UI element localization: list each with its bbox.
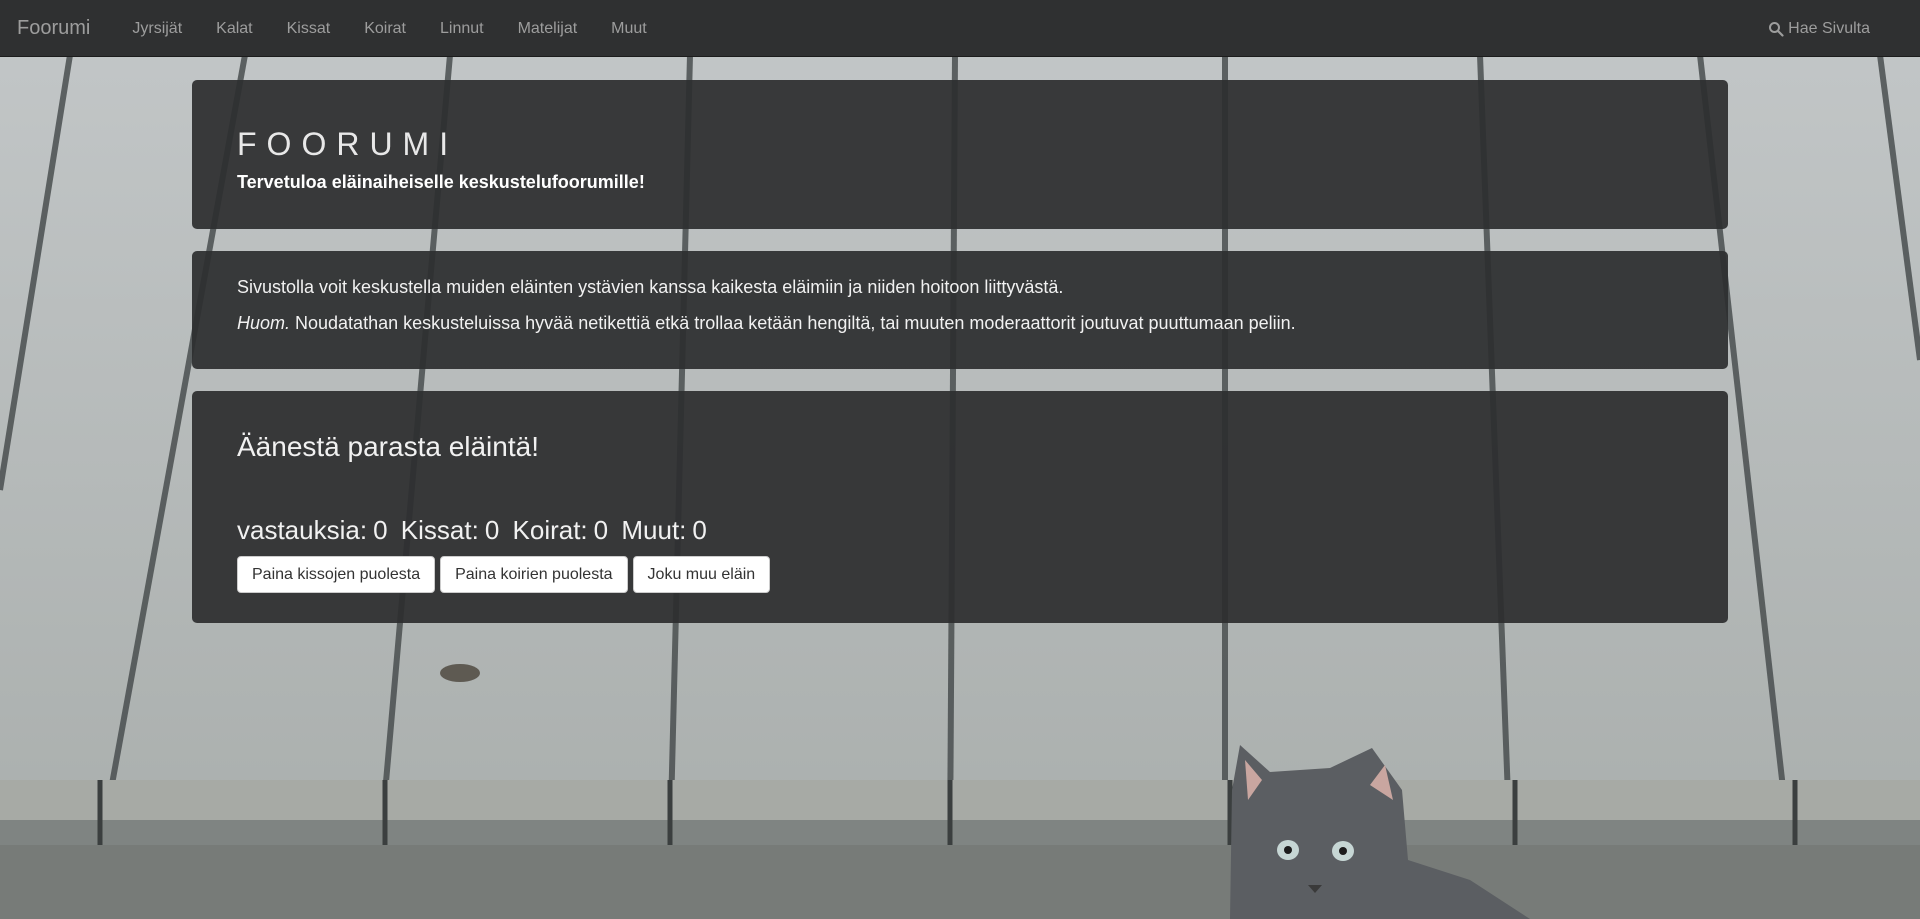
nav-item-muut[interactable]: Muut	[594, 0, 664, 57]
top-navbar: Foorumi Jyrsijät Kalat Kissat Koirat Lin…	[0, 0, 1920, 57]
info-note: Huom. Noudatathan keskusteluissa hyvää n…	[237, 311, 1683, 335]
nav-item-matelijat[interactable]: Matelijat	[501, 0, 595, 57]
answers-label: vastauksia:	[237, 515, 368, 545]
others-label: Muut:	[621, 515, 687, 545]
nav-item-kissat[interactable]: Kissat	[270, 0, 348, 57]
page-title: FOORUMI	[237, 126, 459, 162]
dogs-label: Koirat:	[512, 515, 588, 545]
vote-other-button[interactable]: Joku muu eläin	[632, 556, 771, 593]
brand-link[interactable]: Foorumi	[0, 0, 107, 57]
nav-item-koirat[interactable]: Koirat	[347, 0, 423, 57]
vote-title: Äänestä parasta eläintä!	[237, 431, 539, 462]
note-label: Huom.	[237, 313, 291, 333]
nav-item-jyrsijat[interactable]: Jyrsijät	[115, 0, 199, 57]
vote-dogs-button[interactable]: Paina koirien puolesta	[440, 556, 628, 593]
answers-count: 0	[373, 515, 388, 545]
info-text: Sivustolla voit keskustella muiden eläin…	[237, 277, 1064, 297]
search-link[interactable]: Hae Sivulta	[1768, 0, 1870, 57]
cats-label: Kissat:	[400, 515, 479, 545]
vote-counts: vastauksia: 0 Kissat: 0 Koirat: 0 Muut: 0	[237, 515, 1683, 546]
nav-item-linnut[interactable]: Linnut	[423, 0, 501, 57]
vote-buttons: Paina kissojen puolesta Paina koirien pu…	[237, 556, 1683, 593]
hero-panel: FOORUMI Tervetuloa eläinaiheiselle kesku…	[192, 80, 1728, 229]
nav-item-kalat[interactable]: Kalat	[199, 0, 269, 57]
cats-count: 0	[484, 515, 500, 545]
note-text: Noudatathan keskusteluissa hyvää netiket…	[290, 313, 1296, 333]
vote-panel: Äänestä parasta eläintä! vastauksia: 0 Ki…	[192, 391, 1728, 623]
page-subtitle: Tervetuloa eläinaiheiselle keskustelufoo…	[237, 172, 645, 192]
search-icon	[1769, 21, 1784, 37]
dogs-count: 0	[593, 515, 609, 545]
info-panel: Sivustolla voit keskustella muiden eläin…	[192, 251, 1728, 369]
vote-cats-button[interactable]: Paina kissojen puolesta	[237, 556, 436, 593]
search-label: Hae Sivulta	[1788, 20, 1870, 37]
others-count: 0	[692, 515, 707, 545]
